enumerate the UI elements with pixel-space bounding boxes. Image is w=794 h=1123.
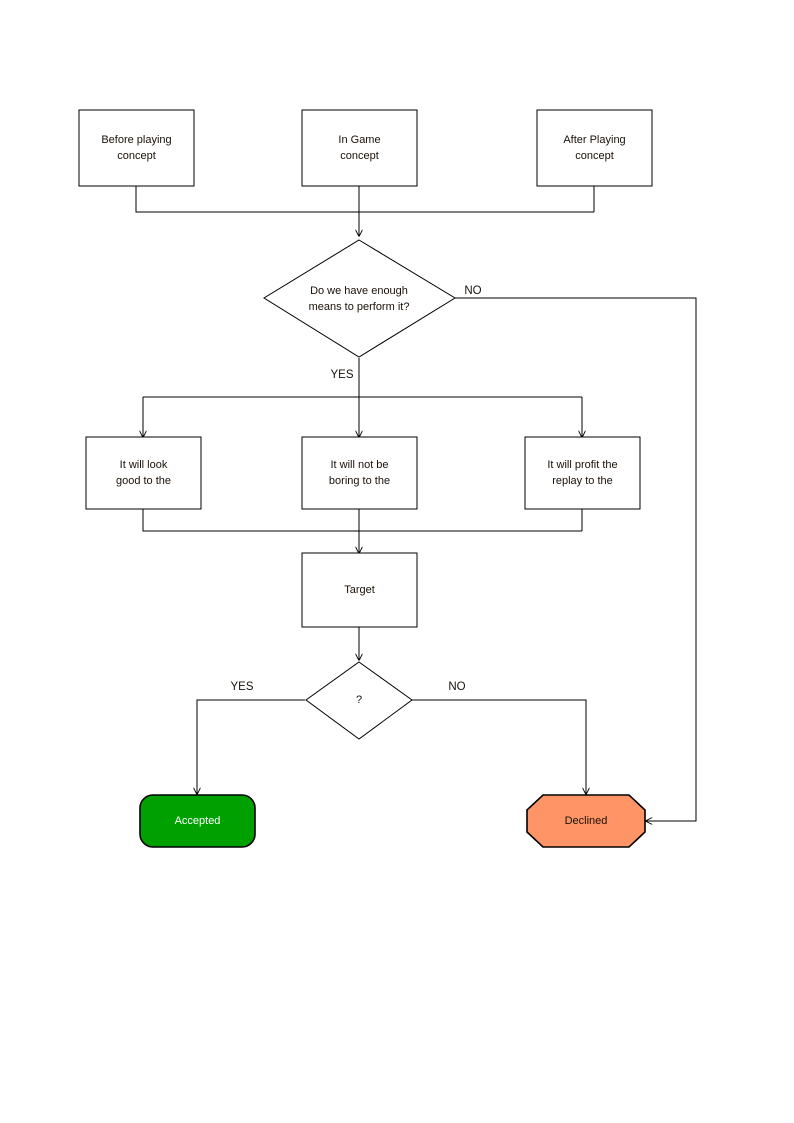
- node-before-playing-concept-line1: Before playing: [101, 134, 171, 146]
- node-in-game-concept-line1: In Game: [338, 134, 380, 146]
- node-accepted-label: Accepted: [175, 815, 221, 827]
- node-criterion-look-line2: good to the: [116, 475, 171, 487]
- node-criterion-replay-line2: replay to the: [552, 475, 613, 487]
- edge-label-question-yes: YES: [230, 681, 253, 693]
- node-criterion-boring-line1: It will not be: [330, 459, 388, 471]
- connector-means-no-to-declined: [455, 297, 697, 821]
- node-in-game-concept[interactable]: [301, 109, 418, 187]
- node-after-playing-concept-line1: After Playing: [563, 134, 625, 146]
- node-criterion-boring-line2: boring to the: [329, 475, 390, 487]
- node-in-game-concept-line2: concept: [340, 150, 379, 162]
- node-decision-means-line2: means to perform it?: [309, 301, 410, 313]
- node-before-playing-concept[interactable]: [78, 109, 195, 187]
- edge-label-means-yes: YES: [330, 369, 353, 381]
- node-after-playing-concept[interactable]: [536, 109, 653, 187]
- edge-label-means-no: NO: [464, 285, 481, 297]
- node-declined-label: Declined: [565, 815, 608, 827]
- node-target-label: Target: [344, 584, 375, 596]
- flowchart-canvas: Before playing concept In Game concept A…: [0, 0, 794, 1123]
- node-criterion-replay-line1: It will profit the: [547, 459, 617, 471]
- node-criterion-look-line1: It will look: [120, 459, 168, 471]
- connector-yes-fanout-bus: [143, 358, 582, 398]
- connector-question-no-to-declined: [412, 699, 586, 794]
- connector-criteria-merge-bus: [142, 509, 583, 532]
- node-after-playing-concept-line2: concept: [575, 150, 614, 162]
- node-criterion-look[interactable]: [85, 436, 202, 510]
- node-decision-means-line1: Do we have enough: [310, 285, 408, 297]
- edge-label-question-no: NO: [448, 681, 465, 693]
- connector-concepts-bus: [135, 186, 595, 213]
- connector-question-yes-to-accepted: [197, 699, 305, 794]
- node-decision-question-label: ?: [356, 694, 362, 706]
- node-criterion-replay[interactable]: [524, 436, 641, 510]
- node-criterion-boring[interactable]: [301, 436, 418, 510]
- node-decision-means[interactable]: [263, 239, 456, 358]
- node-before-playing-concept-line2: concept: [117, 150, 156, 162]
